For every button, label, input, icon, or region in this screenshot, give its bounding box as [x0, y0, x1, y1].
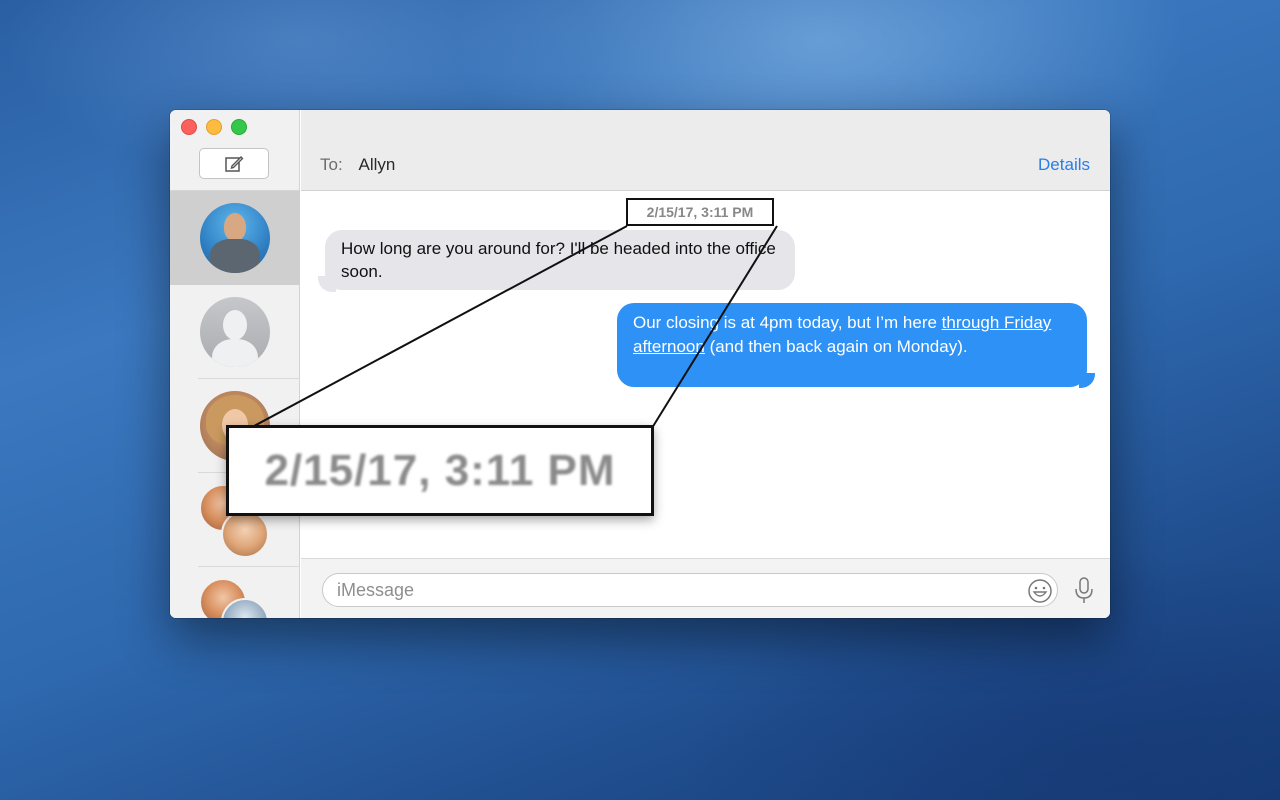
zoomed-timestamp: 2/15/17, 3:11 PM	[264, 445, 616, 495]
zoom-button[interactable]	[231, 119, 247, 135]
compose-icon	[225, 155, 244, 172]
incoming-message-bubble[interactable]: How long are you around for? I'll be hea…	[325, 230, 795, 290]
conversation-item[interactable]	[170, 285, 300, 379]
conversation-sidebar	[170, 110, 300, 618]
conversation-item-allyn[interactable]	[170, 191, 300, 285]
conversation-pane: To: Allyn Details 2/15/17, 3:11 PM How l…	[301, 110, 1110, 618]
generic-person-icon	[200, 297, 270, 367]
to-label: To:	[320, 155, 343, 174]
details-button[interactable]: Details	[1038, 155, 1090, 175]
message-timestamp: 2/15/17, 3:11 PM	[626, 198, 774, 226]
outgoing-message-text: Our closing is at 4pm today, but I’m her…	[633, 313, 942, 332]
outgoing-message-bubble[interactable]: Our closing is at 4pm today, but I’m her…	[617, 303, 1087, 387]
recipient-name: Allyn	[358, 155, 396, 174]
composer-bar	[301, 558, 1110, 618]
microphone-icon[interactable]	[1073, 576, 1095, 606]
compose-button[interactable]	[199, 148, 269, 179]
conversation-item-group[interactable]	[170, 567, 300, 618]
outgoing-message-text-end: (and then back again on Monday).	[704, 337, 968, 356]
avatar	[200, 203, 270, 273]
group-avatar	[197, 576, 273, 618]
zoom-callout: 2/15/17, 3:11 PM	[226, 425, 654, 516]
window-controls	[181, 119, 247, 135]
incoming-message-text: How long are you around for? I'll be hea…	[341, 239, 776, 281]
emoji-icon[interactable]	[1026, 577, 1054, 605]
conversation-header: To: Allyn Details	[301, 110, 1110, 191]
minimize-button[interactable]	[206, 119, 222, 135]
close-button[interactable]	[181, 119, 197, 135]
messages-window: To: Allyn Details 2/15/17, 3:11 PM How l…	[170, 110, 1110, 618]
recipient-field[interactable]: To: Allyn	[320, 155, 395, 175]
message-input[interactable]	[322, 573, 1058, 607]
